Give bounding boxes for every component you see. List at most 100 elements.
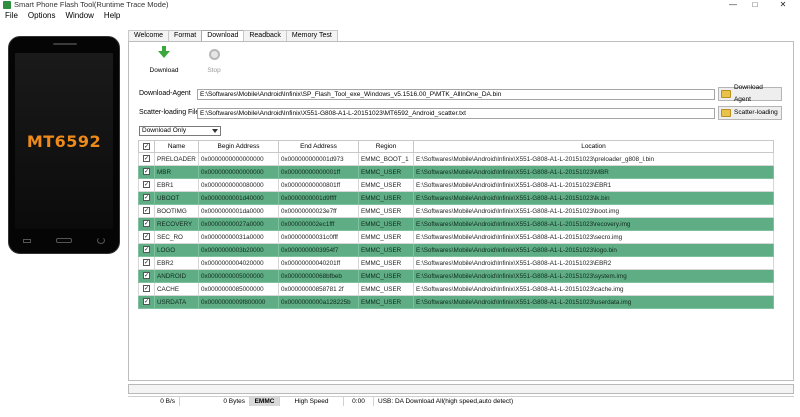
row-checkbox[interactable]: ✓ [143,207,150,215]
download-panel: Download Stop Download-Agent E:\Software… [128,41,794,381]
cell-end-address: 0x0000000001d9ffff [278,191,359,205]
cell-region: EMMC_USER [358,178,414,192]
row-checkbox-cell[interactable]: ✓ [138,243,155,257]
mode-select-value: Download Only [142,127,187,134]
row-checkbox[interactable]: ✓ [143,233,150,241]
table-row[interactable]: ✓ RECOVERY 0x00000000027a0000 0x000000002ec… [138,217,774,231]
cell-location[interactable]: E:\Softwares\Mobile\Android\Infinix\X551… [413,191,774,205]
row-checkbox[interactable]: ✓ [143,272,150,280]
row-checkbox[interactable]: ✓ [143,298,150,306]
row-checkbox-cell[interactable]: ✓ [138,295,155,309]
cell-location[interactable]: E:\Softwares\Mobile\Android\Infinix\X551… [413,165,774,179]
cell-region: EMMC_USER [358,243,414,257]
cell-name: USRDATA [154,295,199,309]
row-checkbox[interactable]: ✓ [143,194,150,202]
cell-region: EMMC_USER [358,269,414,283]
scatter-path[interactable]: E:\Softwares\Mobile\Android\Infinix\X551… [197,108,715,119]
status-speed: 0 B/s [128,397,180,406]
table-row[interactable]: ✓ UBOOT 0x0000000001d40000 0x0000000001d9ff… [138,191,774,205]
scatter-loading-button[interactable]: Scatter-loading [718,106,782,120]
cell-location[interactable]: E:\Softwares\Mobile\Android\Infinix\X551… [413,256,774,270]
tab-format[interactable]: Format [168,30,203,41]
table-row[interactable]: ✓ EBR2 0x0000000004020000 0x00000000040201f… [138,256,774,270]
row-checkbox[interactable]: ✓ [143,246,150,254]
folder-icon [721,90,731,98]
tab-readback[interactable]: Readback [243,30,287,41]
row-checkbox-cell[interactable]: ✓ [138,204,155,218]
close-icon[interactable]: ✕ [766,0,800,10]
cell-location[interactable]: E:\Softwares\Mobile\Android\Infinix\X551… [413,217,774,231]
download-agent-path[interactable]: E:\Softwares\Mobile\Android\Infinix\SP_F… [197,89,715,100]
mode-select[interactable]: Download Only [139,126,221,136]
table-row[interactable]: ✓ SEC_RO 0x00000000031a0000 0x00000000031c0… [138,230,774,244]
table-row[interactable]: ✓ BOOTIMG 0x0000000001da0000 0x00000000023e… [138,204,774,218]
cell-end-address: 0x00000000068bfbeb [278,269,359,283]
table-row[interactable]: ✓ USRDATA 0x0000000009f800000 0x0000000000a… [138,295,774,309]
minimize-icon[interactable]: — [722,0,744,10]
cell-region: EMMC_USER [358,165,414,179]
cell-begin-address: 0x0000000003b20000 [198,243,279,257]
row-checkbox[interactable]: ✓ [143,168,150,176]
menu-window[interactable]: Window [60,10,98,22]
row-checkbox[interactable]: ✓ [143,155,150,163]
row-checkbox-cell[interactable]: ✓ [138,230,155,244]
cell-begin-address: 0x0000000000080000 [198,178,279,192]
cell-location[interactable]: E:\Softwares\Mobile\Android\Infinix\X551… [413,152,774,166]
header-name: Name [154,140,199,153]
table-header: ✓ Name Begin Address End Address Region … [138,140,774,153]
table-row[interactable]: ✓ LOGO 0x0000000003b20000 0x0000000003954f7… [138,243,774,257]
table-row[interactable]: ✓ PRELOADER 0x0000000000000000 0x0000000000… [138,152,774,166]
menu-file[interactable]: File [0,10,23,22]
cell-location[interactable]: E:\Softwares\Mobile\Android\Infinix\X551… [413,282,774,296]
table-row[interactable]: ✓ MBR 0x0000000000000000 0x00000000000001ff… [138,165,774,179]
back-key-icon [97,237,105,244]
tab-welcome[interactable]: Welcome [128,30,170,41]
header-begin-address: Begin Address [198,140,279,153]
row-checkbox-cell[interactable]: ✓ [138,152,155,166]
download-button[interactable]: Download [139,46,189,78]
header-select-all[interactable]: ✓ [138,140,155,153]
table-row[interactable]: ✓ ANDROID 0x0000000005000000 0x00000000068b… [138,269,774,283]
row-checkbox[interactable]: ✓ [143,285,150,293]
cell-location[interactable]: E:\Softwares\Mobile\Android\Infinix\X551… [413,269,774,283]
row-checkbox[interactable]: ✓ [143,259,150,267]
device-panel: MT6592 [0,22,127,417]
cell-location[interactable]: E:\Softwares\Mobile\Android\Infinix\X551… [413,230,774,244]
row-checkbox[interactable]: ✓ [143,181,150,189]
menu-help[interactable]: Help [99,10,125,22]
table-row[interactable]: ✓ EBR1 0x0000000000080000 0x00000000000801f… [138,178,774,192]
cell-end-address: 0x00000000000001ff [278,165,359,179]
menu-key-icon [23,239,31,243]
cell-location[interactable]: E:\Softwares\Mobile\Android\Infinix\X551… [413,243,774,257]
table-row[interactable]: ✓ CACHE 0x0000000085000000 0x00000000858781… [138,282,774,296]
partition-table: ✓ Name Begin Address End Address Region … [138,140,774,316]
phone-speaker [53,43,77,45]
select-all-checkbox[interactable]: ✓ [143,142,150,150]
row-checkbox-cell[interactable]: ✓ [138,178,155,192]
cell-end-address: 0x00000000858781 2f [278,282,359,296]
row-checkbox-cell[interactable]: ✓ [138,256,155,270]
tab-memory-test[interactable]: Memory Test [285,30,338,41]
cell-begin-address: 0x0000000009f800000 [198,295,279,309]
cell-name: BOOTIMG [154,204,199,218]
home-key-icon [56,238,72,243]
folder-icon [721,109,731,117]
cell-location[interactable]: E:\Softwares\Mobile\Android\Infinix\X551… [413,204,774,218]
download-agent-button[interactable]: Download Agent [718,84,782,103]
cell-begin-address: 0x00000000027a0000 [198,217,279,231]
row-checkbox-cell[interactable]: ✓ [138,191,155,205]
cell-begin-address: 0x00000000031a0000 [198,230,279,244]
cell-region: EMMC_USER [358,230,414,244]
cell-location[interactable]: E:\Softwares\Mobile\Android\Infinix\X551… [413,178,774,192]
cell-begin-address: 0x0000000085000000 [198,282,279,296]
cell-location[interactable]: E:\Softwares\Mobile\Android\Infinix\X551… [413,295,774,309]
maximize-icon[interactable]: □ [744,0,766,10]
row-checkbox-cell[interactable]: ✓ [138,282,155,296]
row-checkbox[interactable]: ✓ [143,220,150,228]
stop-button[interactable]: Stop [189,48,239,78]
row-checkbox-cell[interactable]: ✓ [138,269,155,283]
row-checkbox-cell[interactable]: ✓ [138,217,155,231]
menu-options[interactable]: Options [23,10,61,22]
status-bar: 0 B/s 0 Bytes EMMC High Speed 0:00 USB: … [128,396,794,406]
row-checkbox-cell[interactable]: ✓ [138,165,155,179]
